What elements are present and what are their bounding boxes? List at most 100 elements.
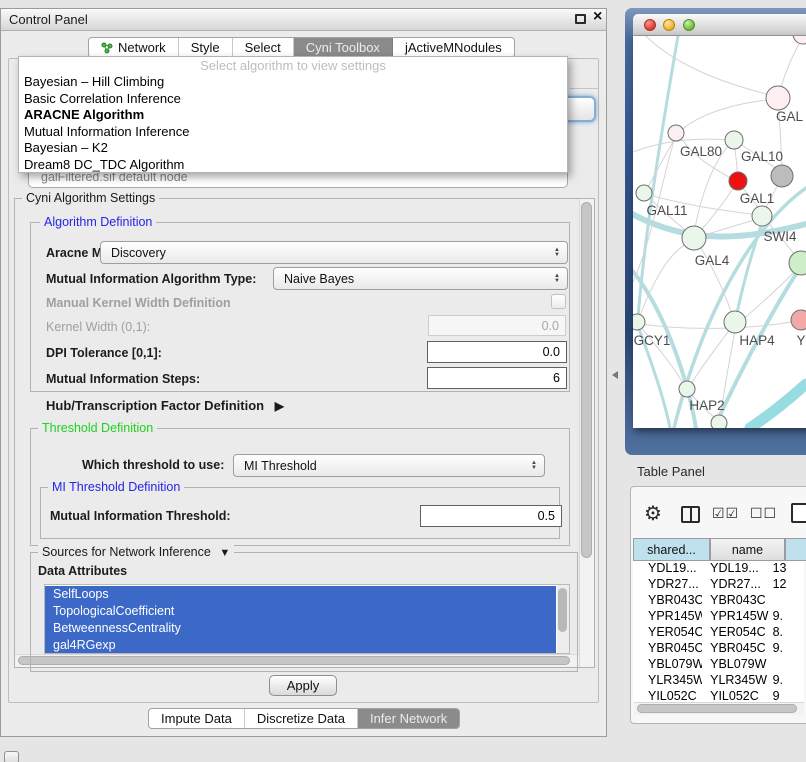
mi-steps-label: Mutual Information Steps: [46,372,200,387]
manual-kernel-checkbox[interactable] [551,294,566,309]
network-node[interactable] [633,314,645,330]
kernel-width-value: 0.0 [542,319,559,333]
control-panel-titlebar[interactable]: Control Panel × [1,9,606,31]
sources-group-title[interactable]: Sources for Network Inference ▼ [38,545,234,560]
table-row[interactable]: YLR345WYLR345W9. [633,673,804,689]
algorithm-option-basic-correlation-inference[interactable]: Basic Correlation Inference [19,91,567,108]
algorithm-option-bayesian-k2[interactable]: Bayesian – K2 [19,140,567,157]
mi-type-combobox[interactable]: Naive Bayes ▲▼ [273,267,568,290]
network-window-titlebar[interactable] [633,14,806,36]
which-threshold-combobox[interactable]: MI Threshold ▲▼ [233,454,545,477]
mi-steps-field[interactable]: 6 [427,367,567,389]
column-header-shared[interactable]: shared... [633,538,710,561]
data-attributes-label: Data Attributes [38,564,127,579]
table-row[interactable]: YDL19...YDL19...13 [633,561,804,577]
data-attribute-item-selfloops[interactable]: SelfLoops [45,586,556,603]
table-panel-title: Table Panel [637,464,705,479]
deselect-all-columns-icon[interactable]: ☐☐ [750,505,777,522]
mi-threshold-group-title: MI Threshold Definition [48,480,184,494]
network-node[interactable] [682,226,706,250]
table-row[interactable]: YER054CYER054C8. [633,625,804,641]
hub-definition-label[interactable]: Hub/Transcription Factor Definition ▶ [46,398,284,414]
float-window-icon[interactable] [575,14,586,24]
network-edge[interactable] [678,99,778,133]
network-edge[interactable] [646,36,775,96]
network-node[interactable] [668,125,684,141]
settings-gear-icon[interactable]: ⚙ [644,501,662,526]
list-vscrollbar-thumb[interactable] [558,588,567,632]
data-attribute-item-topologicalcoefficient[interactable]: TopologicalCoefficient [45,603,556,620]
network-node[interactable] [711,415,727,428]
list-vscrollbar-track[interactable] [557,585,569,653]
apply-button[interactable]: Apply [269,675,337,696]
table-document-icon[interactable] [791,503,806,523]
close-traffic-light-icon[interactable] [644,19,656,31]
minimized-panel-icon[interactable] [4,751,19,762]
network-view-window[interactable]: GALGAL80GAL10GAL1GAL11GAL4SWI4GCY1HAP4YH… [625,8,806,455]
tab-impute-data[interactable]: Impute Data [149,709,245,728]
network-canvas[interactable]: GALGAL80GAL10GAL1GAL11GAL4SWI4GCY1HAP4YH… [633,36,806,428]
column-header-name[interactable]: name [710,538,785,561]
network-graph[interactable]: GALGAL80GAL10GAL1GAL11GAL4SWI4GCY1HAP4YH… [633,36,806,428]
network-node[interactable] [789,251,806,275]
network-node[interactable] [679,381,695,397]
data-attribute-item-gal4rgexp[interactable]: gal4RGexp [45,637,556,654]
tab-infer-network[interactable]: Infer Network [358,709,459,728]
data-attributes-list[interactable]: SelfLoopsTopologicalCoefficientBetweenne… [44,584,570,654]
dpi-tolerance-field[interactable]: 0.0 [427,341,567,363]
network-edge[interactable] [779,38,802,94]
data-attribute-item-betweennesscentrality[interactable]: BetweennessCentrality [45,620,556,637]
mi-threshold-value: 0.5 [538,509,555,523]
table-row[interactable]: YBL079WYBL079W [633,657,804,673]
node-label-gal11: GAL11 [646,203,687,218]
aracne-mode-combobox[interactable]: Discovery ▲▼ [100,241,568,264]
network-node[interactable] [771,165,793,187]
select-all-columns-icon[interactable]: ☑☑ [712,505,739,522]
network-edge[interactable] [639,241,691,318]
collapse-arrow-icon[interactable]: ▼ [219,547,230,559]
network-node[interactable] [766,86,790,110]
algorithm-option-bayesian-hill-climbing[interactable]: Bayesian – Hill Climbing [19,74,567,91]
dropdown-prompt: Select algorithm to view settings [19,57,567,74]
column-header-2[interactable] [785,538,806,561]
network-node[interactable] [724,311,746,333]
table-row[interactable]: YPR145WYPR145W9. [633,609,804,625]
table-cell: 9 [769,689,804,702]
algorithm-option-dream8-dc-tdc-algorithm[interactable]: Dream8 DC_TDC Algorithm [19,157,567,174]
table-row[interactable]: YBR045CYBR045C9. [633,641,804,657]
table-row[interactable]: YBR043CYBR043C [633,593,804,609]
table-row[interactable]: YDR27...YDR27...12 [633,577,804,593]
splitter-collapse-arrow-icon[interactable] [612,371,618,379]
algorithm-option-mutual-information-inference[interactable]: Mutual Information Inference [19,124,567,141]
column-layout-icon[interactable] [681,506,700,523]
kernel-width-field[interactable]: 0.0 [428,315,566,336]
network-node[interactable] [725,131,743,149]
table-row[interactable]: YIL052CYIL052C9 [633,689,804,702]
table-cell: YDR27... [633,577,702,593]
network-edge[interactable] [750,384,806,428]
tab-discretize-data[interactable]: Discretize Data [245,709,358,728]
mi-threshold-field[interactable]: 0.5 [420,505,562,527]
network-node[interactable] [793,36,806,44]
tab-label: Cyni Toolbox [306,40,380,55]
network-node[interactable] [729,172,747,190]
table-hscrollbar-thumb[interactable] [637,704,797,713]
network-node[interactable] [791,310,806,330]
zoom-traffic-light-icon[interactable] [683,19,695,31]
settings-vscrollbar-thumb[interactable] [581,202,592,558]
network-node[interactable] [636,185,652,201]
minimize-traffic-light-icon[interactable] [663,19,675,31]
close-icon[interactable]: × [593,8,602,26]
network-node[interactable] [752,206,772,226]
hub-definition-text: Hub/Transcription Factor Definition [46,398,264,413]
apply-button-label: Apply [287,678,320,693]
expand-arrow-icon[interactable]: ▶ [275,399,284,413]
dpi-tolerance-value: 0.0 [543,345,560,359]
tab-network[interactable]: Network [89,38,179,57]
tab-select[interactable]: Select [233,38,294,57]
tab-label: Impute Data [161,711,232,726]
tab-cyni-toolbox[interactable]: Cyni Toolbox [294,38,393,57]
algorithm-option-aracne-algorithm[interactable]: ARACNE Algorithm [19,107,567,124]
tab-jactivemnodules[interactable]: jActiveMNodules [393,38,514,57]
tab-style[interactable]: Style [179,38,233,57]
